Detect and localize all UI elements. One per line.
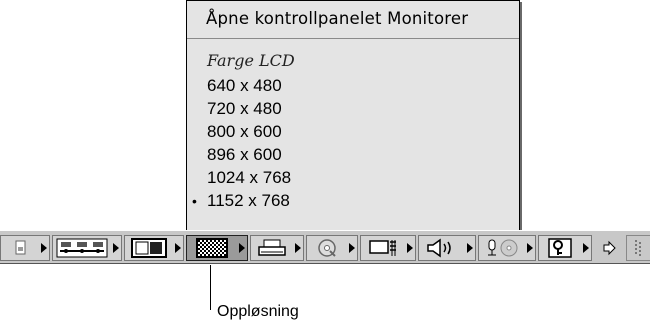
module-arrow-icon[interactable] [581, 243, 591, 253]
module-arrow-icon[interactable] [111, 243, 121, 253]
menu-item-800x600[interactable]: 800 x 600 [207, 122, 282, 142]
module-arrow-icon[interactable] [347, 243, 357, 253]
module-sound-input[interactable] [478, 235, 536, 261]
menu-item-720x480[interactable]: 720 x 480 [207, 99, 282, 119]
module-scroll[interactable] [594, 235, 624, 261]
module-arrow-icon[interactable] [465, 243, 475, 253]
module-arrow-icon[interactable] [237, 243, 247, 253]
module-printer[interactable] [250, 235, 304, 261]
speaker-volume-icon [419, 237, 465, 259]
module-appletalk[interactable] [52, 235, 122, 261]
module-volume[interactable] [418, 235, 476, 261]
module-keychain[interactable] [538, 235, 592, 261]
printer-icon [251, 237, 293, 259]
module-arrow-icon[interactable] [525, 243, 535, 253]
strip-end-tab[interactable] [626, 235, 650, 261]
menu-item-1024x768[interactable]: 1024 x 768 [207, 168, 291, 188]
menu-section-header: Farge LCD [207, 51, 295, 70]
selected-bullet-icon: • [192, 193, 197, 209]
module-energy-saver[interactable] [360, 235, 416, 261]
menu-item-1152x768[interactable]: 1152 x 768 [207, 191, 290, 211]
menu-item-640x480[interactable]: 640 x 480 [207, 76, 282, 96]
resolution-popup-menu: Åpne kontrollpanelet Monitorer Farge LCD… [186, 0, 520, 232]
module-arrow-icon[interactable] [39, 243, 49, 253]
module-file-sharing[interactable] [0, 235, 50, 261]
module-arrow-icon[interactable] [293, 243, 303, 253]
menu-separator [187, 38, 519, 39]
sound-input-icon [479, 237, 525, 259]
module-arrow-icon[interactable] [405, 243, 415, 253]
energy-saver-icon [361, 237, 405, 259]
monitor-bitdepth-icon [125, 237, 173, 259]
drag-handle-icon [627, 237, 649, 259]
module-bit-depth[interactable] [124, 235, 184, 261]
module-cd[interactable] [306, 235, 358, 261]
callout-line [210, 265, 211, 310]
module-arrow-icon[interactable] [173, 243, 183, 253]
cd-icon [307, 237, 347, 259]
open-monitors-control-panel-item[interactable]: Åpne kontrollpanelet Monitorer [206, 9, 468, 28]
resolution-icon [187, 237, 237, 259]
file-sharing-icon [1, 237, 39, 259]
scroll-arrow-icon [594, 237, 624, 259]
keychain-icon [539, 237, 581, 259]
module-resolution[interactable] [186, 235, 248, 261]
appletalk-icon [53, 237, 111, 259]
callout-label: Oppløsning [217, 303, 299, 320]
menu-item-896x600[interactable]: 896 x 600 [207, 145, 282, 165]
